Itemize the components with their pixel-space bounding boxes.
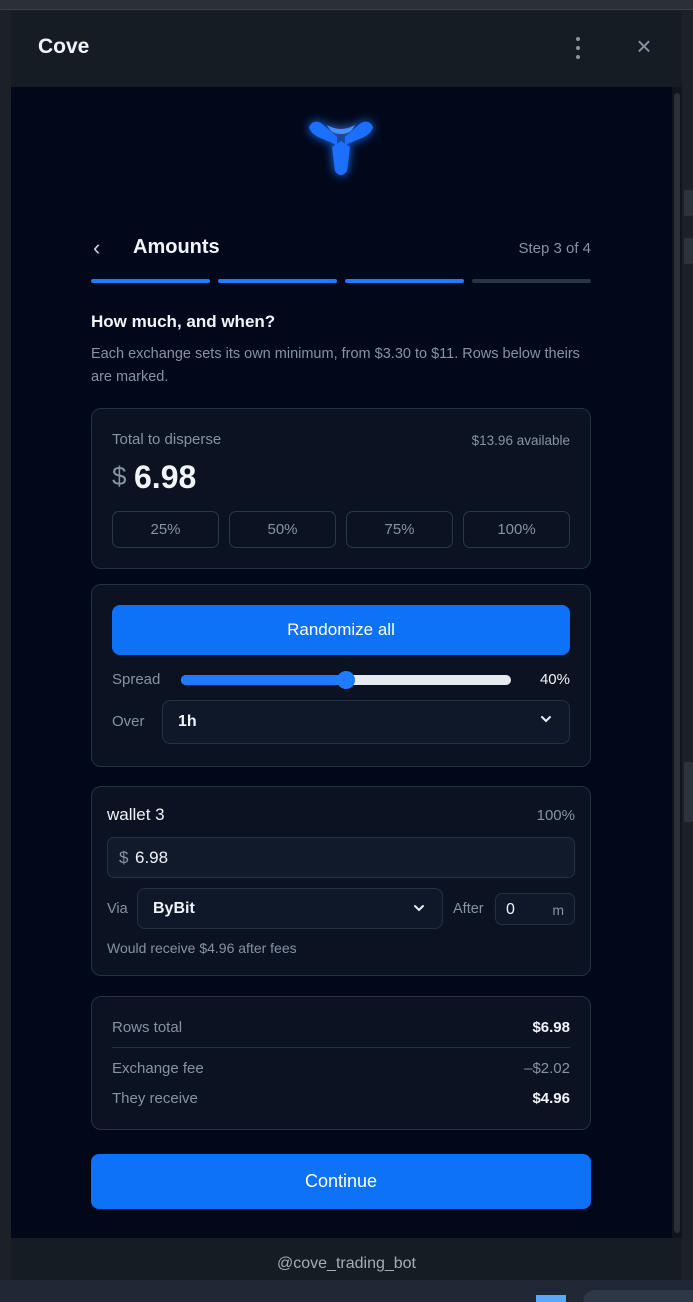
progress-segment-1 [91, 279, 210, 283]
after-delay-value: 0 [506, 901, 515, 918]
preset-50-button[interactable]: 50% [229, 511, 336, 548]
close-icon[interactable]: × [632, 33, 656, 59]
receive-label: They receive [112, 1090, 198, 1107]
step-progress-bar [91, 279, 591, 283]
chevron-down-icon [414, 905, 424, 912]
scrollbar-thumb[interactable] [674, 93, 680, 1233]
over-label: Over [112, 713, 145, 730]
exchange-value: ByBit [153, 900, 195, 917]
preset-row: 25% 50% 75% 100% [112, 511, 570, 548]
preset-75-button[interactable]: 75% [346, 511, 453, 548]
fee-value: –$2.02 [524, 1060, 570, 1077]
after-delay-unit: m [552, 902, 564, 918]
continue-button[interactable]: Continue [91, 1154, 591, 1209]
randomize-card: Randomize all Spread 40% Over 1h [91, 584, 591, 767]
window-title: Cove [38, 35, 90, 58]
available-balance: $13.96 available [471, 433, 570, 448]
bot-handle: @cove_trading_bot [277, 1255, 416, 1272]
receive-note: Would receive $4.96 after fees [107, 940, 297, 956]
main-content: ‹ Amounts Step 3 of 4 How much, and when… [11, 87, 672, 1238]
wallet-amount-value: 6.98 [135, 848, 169, 867]
spread-value: 40% [539, 671, 570, 688]
wallet-row-card: wallet 3 100% $ 6.98 Via ByBit After 0 m… [91, 786, 591, 976]
step-indicator: Step 3 of 4 [518, 240, 591, 257]
spread-slider[interactable] [181, 671, 511, 689]
more-options-icon[interactable] [571, 35, 585, 61]
back-chevron-icon[interactable]: ‹ [93, 235, 115, 261]
fee-label: Exchange fee [112, 1060, 204, 1077]
taskbar-search[interactable] [583, 1290, 693, 1302]
app-window: Cove × ‹ Amounts Step 3 of 4 How much, a… [11, 11, 682, 1280]
background-edge-mark [684, 190, 693, 216]
question-title: How much, and when? [91, 312, 276, 331]
question-description: Each exchange sets its own minimum, from… [91, 346, 580, 385]
after-delay-input[interactable]: 0 m [495, 893, 575, 925]
rows-total-label: Rows total [112, 1019, 183, 1036]
spread-slider-fill [181, 675, 346, 685]
spread-slider-handle[interactable] [337, 671, 355, 689]
background-edge-mark [684, 762, 693, 822]
windows-start-icon[interactable] [536, 1295, 566, 1302]
summary-card: Rows total $6.98 Exchange fee –$2.02 The… [91, 996, 591, 1130]
preset-100-button[interactable]: 100% [463, 511, 570, 548]
via-label: Via [107, 901, 128, 917]
over-duration-value: 1h [178, 713, 197, 730]
progress-segment-2 [218, 279, 337, 283]
page-title: Amounts [133, 236, 220, 258]
wallet-amount-input[interactable]: $ 6.98 [107, 837, 575, 878]
progress-segment-4 [472, 279, 591, 283]
window-header: Cove × [11, 11, 682, 87]
rows-total-value: $6.98 [532, 1019, 570, 1036]
randomize-all-button[interactable]: Randomize all [112, 605, 570, 655]
chevron-down-icon [541, 716, 551, 723]
background-edge-mark [684, 238, 693, 264]
total-card: Total to disperse $13.96 available $ 6.9… [91, 408, 591, 569]
after-label: After [453, 901, 484, 917]
receive-value: $4.96 [532, 1090, 570, 1107]
wallet-name: wallet 3 [107, 805, 165, 824]
preset-25-button[interactable]: 25% [112, 511, 219, 548]
wallet-percent: 100% [536, 807, 575, 824]
summary-divider [112, 1047, 570, 1048]
over-duration-select[interactable]: 1h [162, 700, 570, 744]
total-currency: $ [112, 461, 127, 491]
spread-label: Spread [112, 671, 161, 688]
scrollbar[interactable] [672, 87, 682, 1238]
window-footer: @cove_trading_bot [11, 1238, 682, 1280]
top-strip [0, 0, 693, 10]
cove-logo-icon [309, 121, 373, 175]
progress-segment-3 [345, 279, 464, 283]
taskbar [0, 1280, 693, 1302]
wallet-currency: $ [119, 848, 129, 867]
total-amount-input[interactable]: 6.98 [134, 459, 196, 496]
exchange-select[interactable]: ByBit [137, 888, 443, 929]
total-label: Total to disperse [112, 431, 222, 448]
